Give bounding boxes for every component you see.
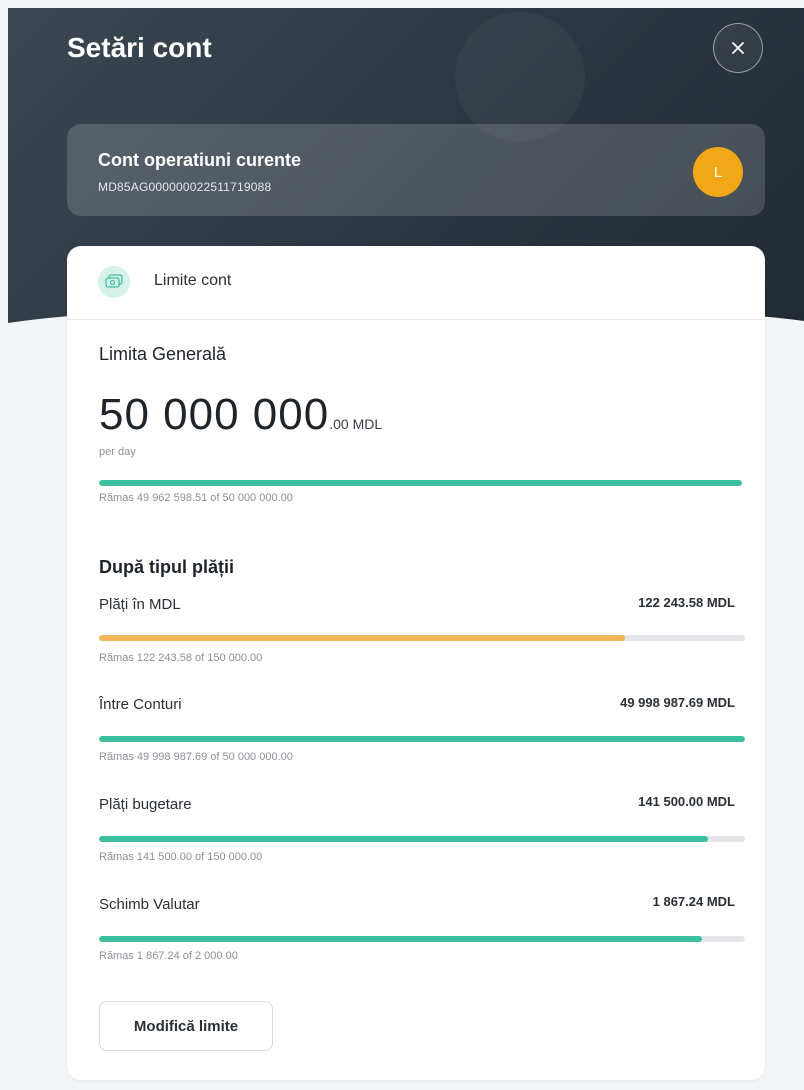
limit-item-label: Plăți în MDL [99,596,181,613]
limit-item-amount: 49 998 987.69 MDL [620,695,735,710]
general-limit-remaining: Rămas 49 962 598.51 of 50 000 000.00 [99,492,293,504]
general-limit-amount-integer: 50 000 000 [99,390,330,439]
limit-item-label: Plăți bugetare [99,796,192,813]
limit-item-progress-bar [99,836,745,842]
money-stack-icon [98,266,130,298]
limits-section-label: Limite cont [154,272,232,289]
limit-item-progress-fill [99,936,703,942]
limit-item-remaining: Rămas 49 998 987.69 of 50 000 000.00 [99,751,293,763]
avatar: L [693,147,743,197]
general-limit-progress-fill [99,480,743,486]
limit-item-remaining: Rămas 1 867.24 of 2 000.00 [99,950,238,962]
limit-item-progress-bar [99,936,745,942]
limit-item-label: Între Conturi [99,696,182,713]
limit-item-label: Schimb Valutar [99,896,200,913]
by-type-title: După tipul plății [99,557,234,577]
general-limit-amount: 50 000 000.00 MDL [99,390,382,440]
limit-item-progress-bar [99,635,745,641]
limit-item-amount: 1 867.24 MDL [652,894,735,909]
close-icon [732,42,744,54]
header-decoration [455,12,585,142]
limit-item-progress-fill [99,635,626,641]
general-limit-period: per day [99,446,136,458]
account-name: Cont operatiuni curente [98,150,302,170]
limit-item-remaining: Rămas 141 500.00 of 150 000.00 [99,851,263,863]
limit-item-progress-fill [99,836,709,842]
account-iban: MD85AG000000022511719088 [98,180,272,194]
limit-item-progress-fill [99,736,745,742]
modify-limits-button[interactable]: Modifică limite [99,1001,273,1051]
general-limit-progress-bar [99,480,743,486]
limit-item-amount: 141 500.00 MDL [638,794,735,809]
limit-item-amount: 122 243.58 MDL [638,595,735,610]
limits-panel-header: Limite cont [67,246,765,320]
general-limit-amount-decimal: .00 MDL [329,416,383,432]
page-title: Setări cont [67,32,212,63]
limits-panel: Limite cont Limita Generală 50 000 000.0… [67,246,765,1080]
limit-item-remaining: Rămas 122 243.58 of 150 000.00 [99,652,263,664]
account-card[interactable]: Cont operatiuni curente MD85AG0000000225… [67,124,765,216]
account-settings-screen: Setări cont Cont operatiuni curente MD85… [0,0,804,1090]
close-button[interactable] [713,23,763,73]
limit-item-progress-bar [99,736,745,742]
general-limit-title: Limita Generală [99,344,227,364]
